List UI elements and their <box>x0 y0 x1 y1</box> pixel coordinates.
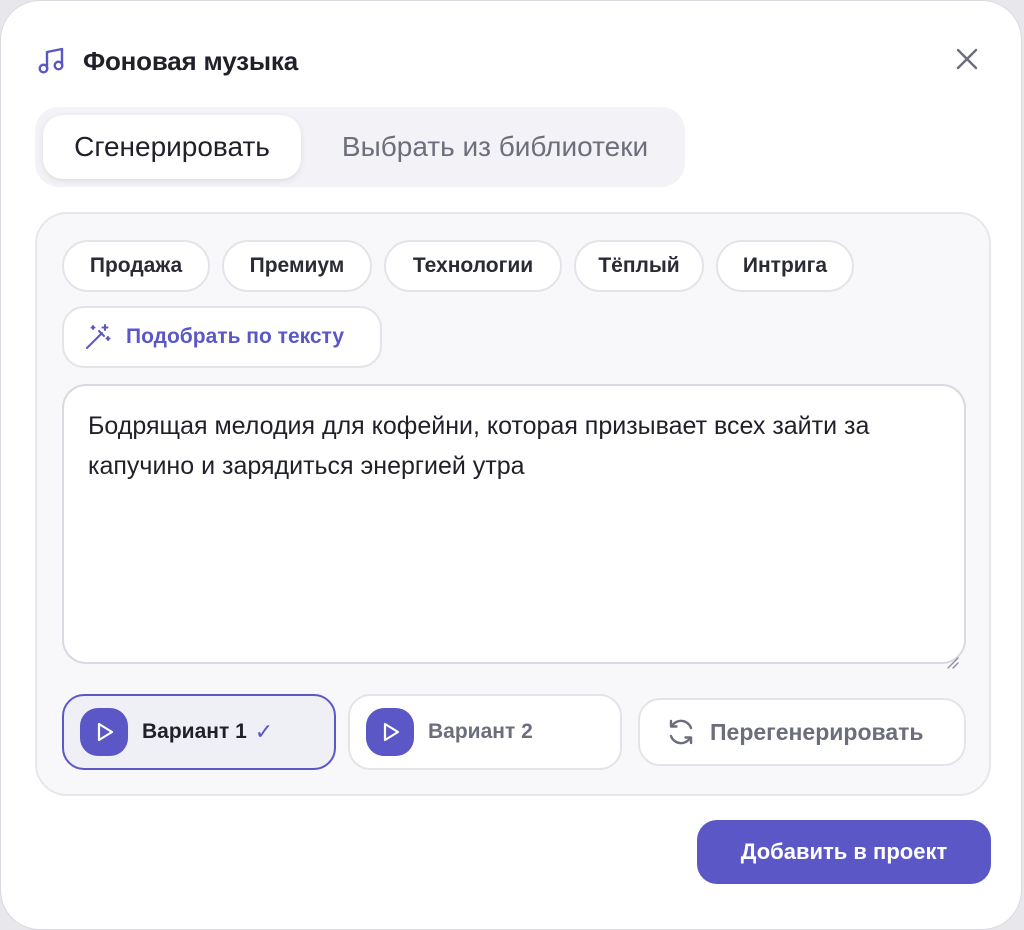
match-by-text-label: Подобрать по тексту <box>126 325 345 348</box>
variant-1-label: Вариант 1 <box>142 720 247 743</box>
background-music-dialog: Фоновая музыка Сгенерировать Выбрать из … <box>0 0 1022 930</box>
generate-panel: Продажа Премиум Технологии Тёплый Интриг… <box>35 212 991 796</box>
regenerate-button[interactable]: Перегенерировать <box>638 698 966 766</box>
variant-2-label: Вариант 2 <box>428 720 533 743</box>
tab-generate[interactable]: Сгенерировать <box>43 115 301 179</box>
magic-wand-icon <box>84 323 112 351</box>
dialog-title: Фоновая музыка <box>83 45 298 76</box>
play-icon[interactable] <box>80 708 128 756</box>
prompt-textarea[interactable]: Бодрящая мелодия для кофейни, которая пр… <box>62 384 966 669</box>
check-icon: ✓ <box>254 719 274 744</box>
chip-warm[interactable]: Тёплый <box>574 240 704 292</box>
chip-sale[interactable]: Продажа <box>62 240 210 292</box>
music-note-icon <box>37 46 67 76</box>
dialog-header: Фоновая музыка <box>37 41 298 81</box>
play-icon[interactable] <box>366 708 414 756</box>
resize-handle-icon[interactable] <box>944 642 960 669</box>
chip-intrigue[interactable]: Интрига <box>716 240 854 292</box>
chip-premium[interactable]: Премиум <box>222 240 372 292</box>
variant-1-button[interactable]: Вариант 1 ✓ <box>62 694 336 770</box>
prompt-text: Бодрящая мелодия для кофейни, которая пр… <box>88 412 870 480</box>
close-icon <box>955 47 979 76</box>
regenerate-label: Перегенерировать <box>710 718 924 745</box>
chip-technology[interactable]: Технологии <box>384 240 562 292</box>
variant-2-button[interactable]: Вариант 2 <box>348 694 622 770</box>
match-by-text-button[interactable]: Подобрать по тексту <box>62 306 382 368</box>
refresh-icon <box>666 717 696 747</box>
mode-tabs: Сгенерировать Выбрать из библиотеки <box>35 107 685 187</box>
add-to-project-button[interactable]: Добавить в проект <box>697 820 991 884</box>
close-button[interactable] <box>949 43 985 79</box>
tab-library[interactable]: Выбрать из библиотеки <box>315 115 675 179</box>
